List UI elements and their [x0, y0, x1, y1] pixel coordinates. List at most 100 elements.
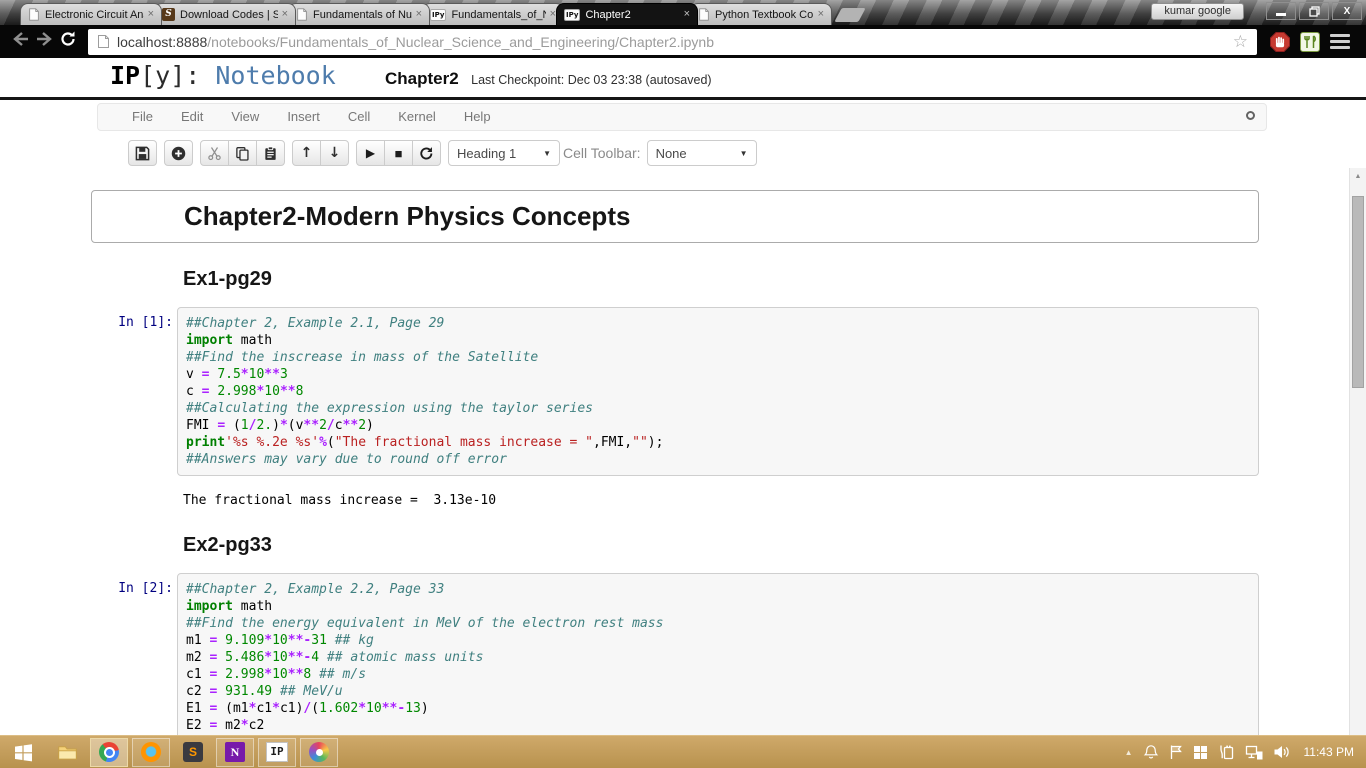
- close-button[interactable]: X: [1332, 2, 1362, 20]
- start-button[interactable]: [0, 736, 46, 768]
- scroll-up-arrow-icon[interactable]: ▲: [1350, 168, 1366, 185]
- taskbar-app-chrome[interactable]: [90, 737, 128, 767]
- code-cell[interactable]: In [1]: ##Chapter 2, Example 2.1, Page 29…: [91, 307, 1259, 476]
- vertical-scrollbar[interactable]: ▲: [1349, 168, 1366, 735]
- menu-kernel[interactable]: Kernel: [384, 104, 450, 130]
- copy-cell-button[interactable]: [228, 140, 257, 166]
- tab-close-icon[interactable]: ×: [282, 9, 288, 20]
- volume-icon[interactable]: [1273, 745, 1290, 759]
- minimize-button[interactable]: [1266, 2, 1296, 20]
- new-tab-button[interactable]: [834, 8, 866, 22]
- folder-icon: [57, 745, 77, 759]
- ipython-logo[interactable]: IP[y]: Notebook: [110, 61, 336, 90]
- browser-tab[interactable]: Fundamentals of Nuclear ×: [288, 3, 430, 25]
- run-cell-button[interactable]: ▶: [356, 140, 385, 166]
- url-host: localhost:8888: [117, 33, 208, 50]
- battery-icon[interactable]: [1218, 744, 1235, 760]
- heading-cell[interactable]: Ex1-pg29: [91, 267, 1259, 291]
- browser-tab-bar: Electronic Circuit Analysi × S Download Cod…: [0, 0, 1366, 25]
- browser-menu-icon[interactable]: [1330, 34, 1350, 49]
- save-icon: [135, 146, 150, 160]
- stop-icon: ■: [394, 145, 403, 161]
- menu-edit[interactable]: Edit: [167, 104, 217, 130]
- browser-tab[interactable]: S Download Codes | Scilab ×: [154, 3, 296, 25]
- taskbar-app-file-explorer[interactable]: [48, 738, 86, 767]
- adblock-extension-icon[interactable]: [1270, 31, 1290, 52]
- page-icon: [297, 8, 307, 21]
- food-extension-icon[interactable]: [1300, 31, 1320, 52]
- taskbar-app-ipython[interactable]: IP: [258, 737, 296, 767]
- save-button[interactable]: [128, 140, 157, 166]
- page-icon: [699, 8, 709, 21]
- bookmark-star-icon[interactable]: ☆: [1233, 32, 1248, 52]
- add-cell-button[interactable]: [164, 140, 193, 166]
- url-omnibox[interactable]: localhost:8888/notebooks/Fundamentals_of…: [88, 28, 1257, 55]
- code-line: ##Chapter 2, Example 2.2, Page 33: [186, 582, 445, 597]
- code-line: ##Calculating the expression using the t…: [186, 401, 593, 416]
- browser-tab[interactable]: IPy Chapter2 ×: [556, 3, 698, 25]
- input-prompt: In [2]:: [118, 581, 173, 596]
- back-icon: [12, 32, 28, 46]
- code-editor[interactable]: ##Chapter 2, Example 2.2, Page 33 import …: [177, 573, 1259, 735]
- back-button[interactable]: [8, 32, 32, 51]
- tab-close-icon[interactable]: ×: [684, 9, 690, 20]
- menu-cell[interactable]: Cell: [334, 104, 384, 130]
- code-line: m1 = 9.109*10**-31 ## kg: [186, 633, 374, 648]
- taskbar-app-onenote[interactable]: N: [216, 737, 254, 767]
- notebook-menubar: File Edit View Insert Cell Kernel Help: [97, 103, 1267, 131]
- hidden-icons-caret-icon[interactable]: ▲: [1125, 748, 1133, 757]
- heading-cell[interactable]: Ex2-pg33: [91, 533, 1259, 557]
- palette-icon: [309, 742, 329, 762]
- menu-file[interactable]: File: [118, 104, 167, 130]
- tab-close-icon[interactable]: ×: [148, 9, 154, 20]
- restore-button[interactable]: [1299, 2, 1329, 20]
- paste-cell-button[interactable]: [256, 140, 285, 166]
- code-line: print'%s %.2e %s'%("The fractional mass …: [186, 435, 664, 450]
- menu-help[interactable]: Help: [450, 104, 505, 130]
- scrollbar-thumb[interactable]: [1352, 196, 1364, 388]
- heading-cell[interactable]: Chapter2-Modern Physics Concepts: [91, 190, 1259, 243]
- browser-address-bar: localhost:8888/notebooks/Fundamentals_of…: [0, 25, 1366, 58]
- arrow-up-icon: ↑: [300, 145, 313, 161]
- browser-tab[interactable]: IPyFundamentals_of_Nuclea×: [422, 3, 564, 25]
- tab-close-icon[interactable]: ×: [416, 9, 422, 20]
- interrupt-kernel-button[interactable]: ■: [384, 140, 413, 166]
- menu-view[interactable]: View: [217, 104, 273, 130]
- taskbar-app-sublime-text[interactable]: S: [174, 738, 212, 767]
- browser-tabs: Electronic Circuit Analysi × S Download Cod…: [20, 3, 866, 25]
- network-icon[interactable]: [1245, 745, 1263, 760]
- flag-icon[interactable]: [1169, 744, 1183, 760]
- header-divider: [0, 97, 1366, 100]
- cut-icon: [208, 146, 221, 160]
- cut-cell-button[interactable]: [200, 140, 229, 166]
- move-cell-up-button[interactable]: ↑: [292, 140, 321, 166]
- windows-logo-icon: [14, 743, 32, 761]
- notebook-title[interactable]: Chapter2: [385, 69, 459, 88]
- browser-profile-button[interactable]: kumar google: [1151, 3, 1244, 20]
- output-area: The fractional mass increase = 3.13e-10: [91, 492, 1259, 509]
- taskbar-apps: S N IP: [46, 737, 340, 767]
- move-cell-down-button[interactable]: ↓: [320, 140, 349, 166]
- cell-body: Chapter2-Modern Physics Concepts: [178, 200, 1258, 233]
- browser-tab[interactable]: Electronic Circuit Analysi ×: [20, 3, 162, 25]
- taskbar-clock[interactable]: 11:43 PM: [1304, 745, 1354, 759]
- code-cell[interactable]: In [2]: ##Chapter 2, Example 2.2, Page 33…: [91, 573, 1259, 735]
- menu-insert[interactable]: Insert: [273, 104, 334, 130]
- reload-button[interactable]: [56, 30, 80, 53]
- bell-icon[interactable]: [1143, 744, 1159, 760]
- code-editor[interactable]: ##Chapter 2, Example 2.1, Page 29 import …: [177, 307, 1259, 476]
- browser-tab[interactable]: Python Textbook Compa ×: [690, 3, 832, 25]
- forward-button[interactable]: [32, 32, 56, 51]
- heading-text: Ex1-pg29: [183, 268, 272, 290]
- grid-icon[interactable]: [1193, 745, 1208, 760]
- restart-kernel-button[interactable]: [412, 140, 441, 166]
- tab-close-icon[interactable]: ×: [818, 9, 824, 20]
- cell-type-select[interactable]: Heading 1 ▼: [448, 140, 560, 166]
- cell-toolbar-select[interactable]: None ▼: [646, 140, 757, 166]
- paste-icon: [265, 145, 276, 160]
- cell-body: ##Chapter 2, Example 2.2, Page 33 import …: [177, 573, 1259, 735]
- scilab-icon: S: [162, 8, 175, 21]
- taskbar-app-media-app[interactable]: [300, 737, 338, 767]
- taskbar-app-firefox[interactable]: [132, 737, 170, 767]
- code-line: E2 = m2*c2: [186, 718, 265, 733]
